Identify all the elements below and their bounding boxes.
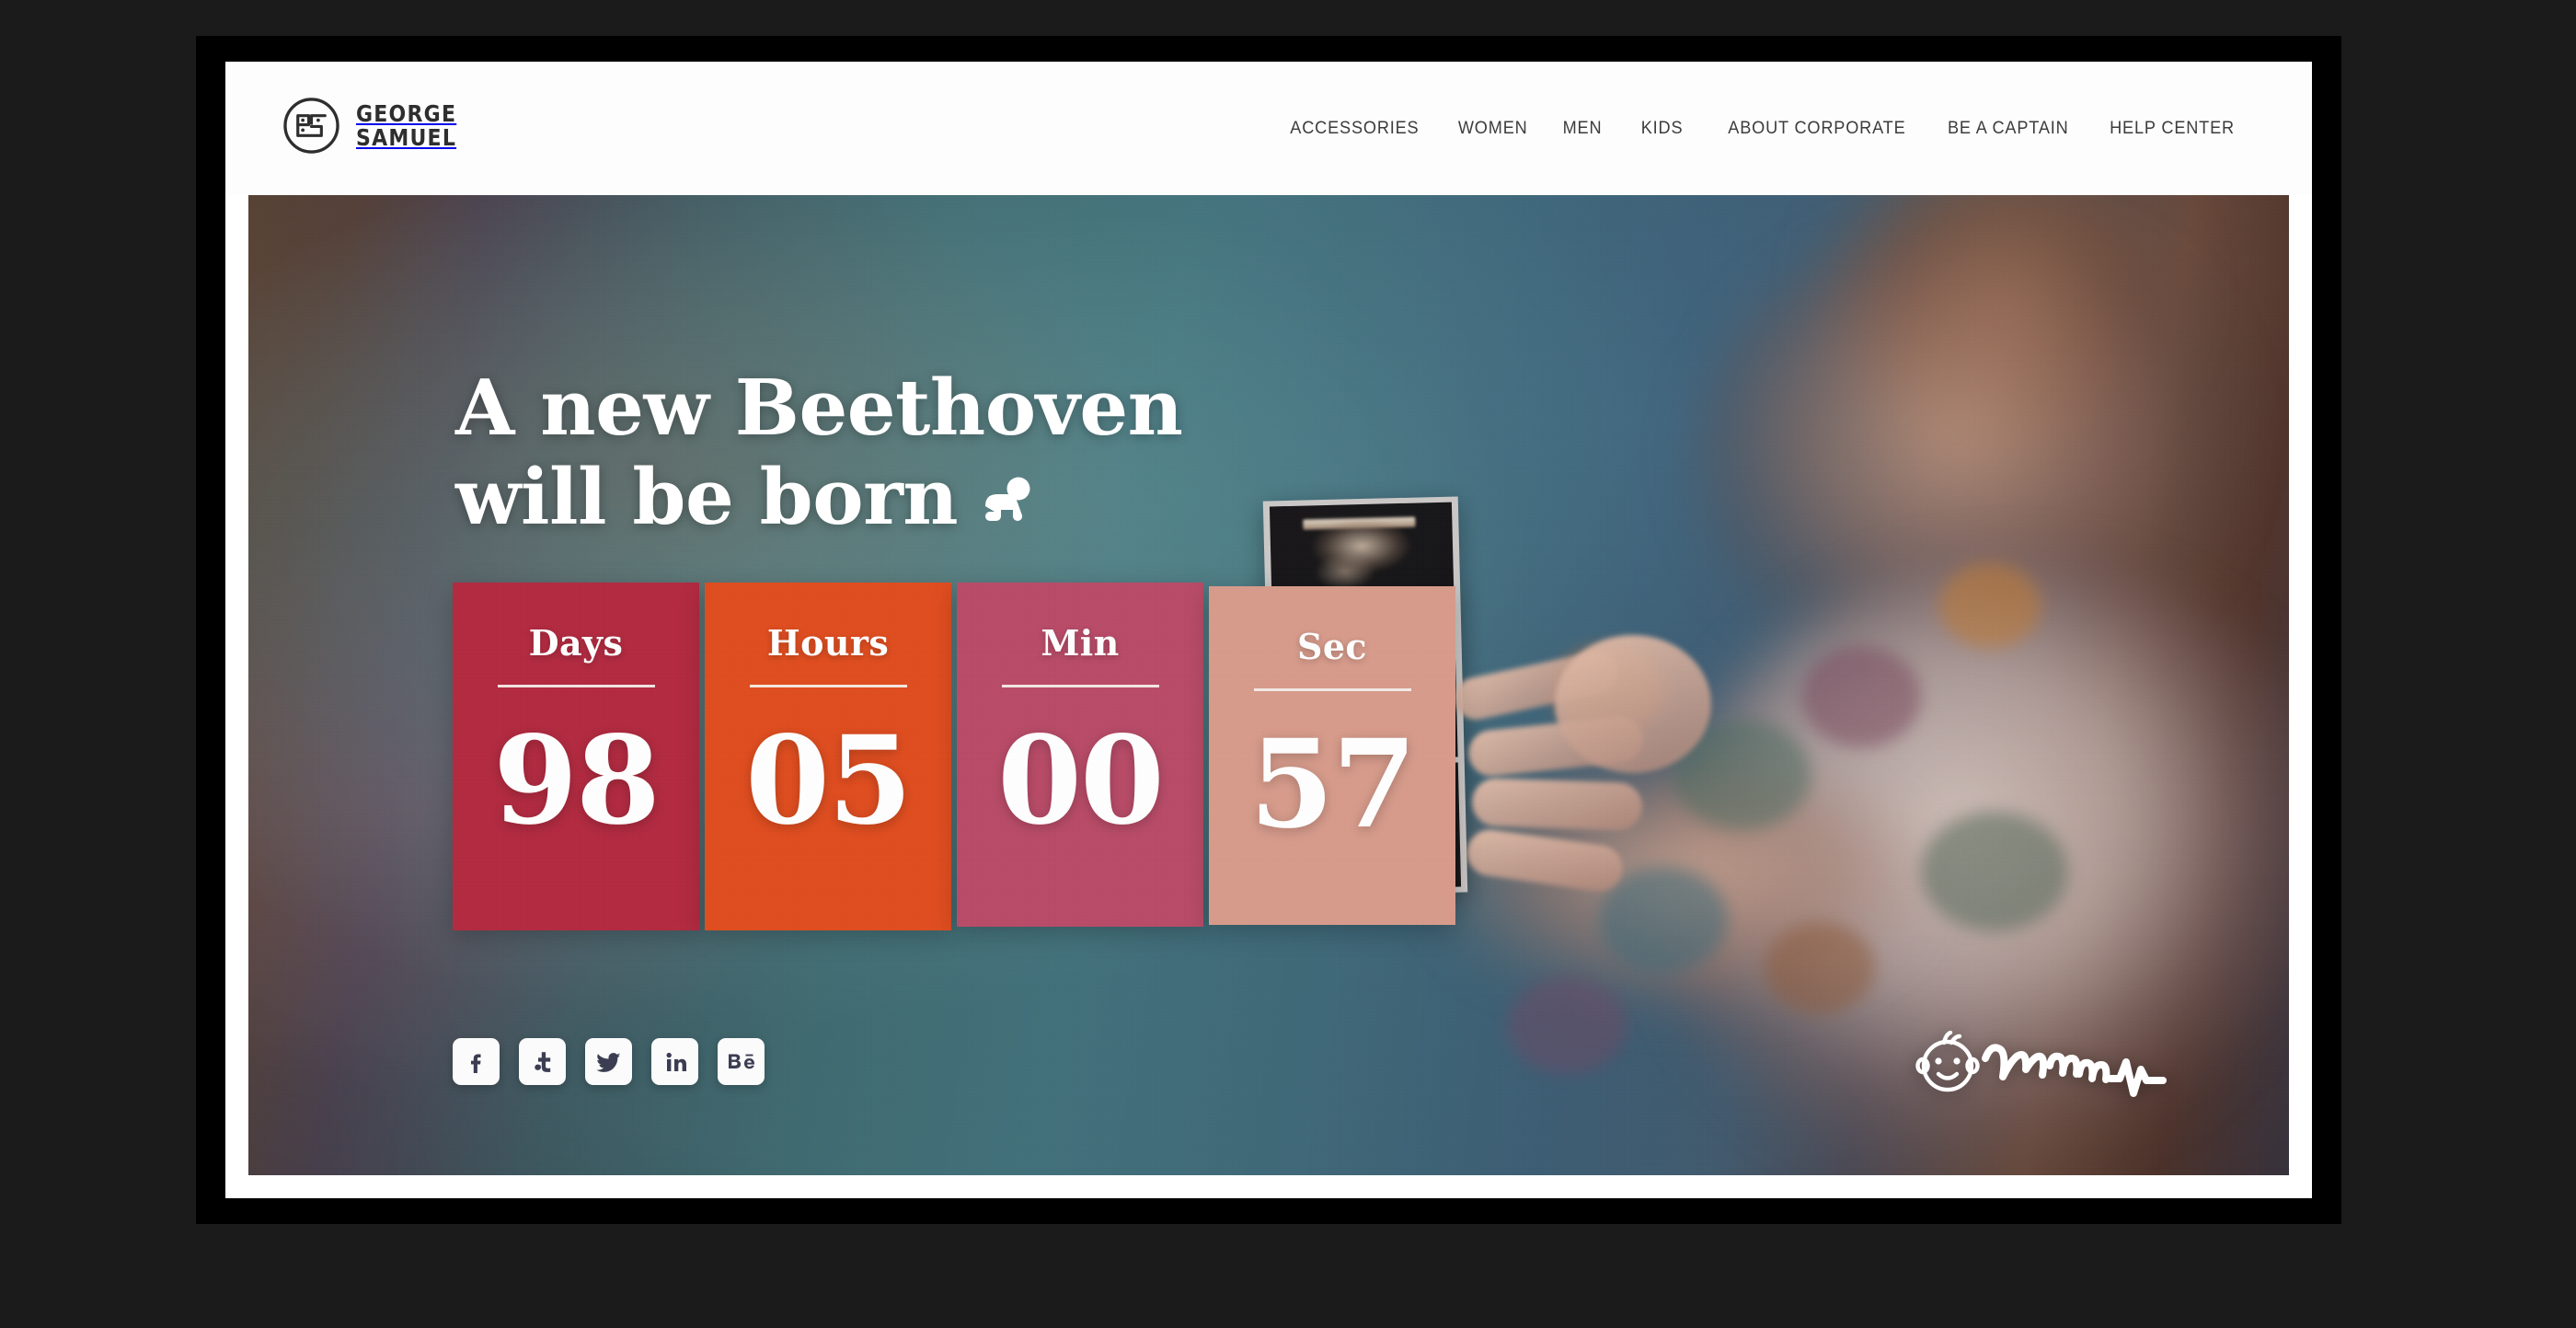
countdown-divider: [1001, 685, 1159, 687]
countdown-divider: [1253, 688, 1411, 691]
countdown-card-days: Days 98: [453, 583, 699, 930]
social-links: [453, 1038, 765, 1085]
countdown-label-sec: Sec: [1297, 626, 1367, 667]
twitter-t-icon: [534, 1051, 550, 1072]
main-navigation: ACCESSORIES WOMEN MEN KIDS ABOUT CORPORA…: [1270, 62, 2255, 195]
brand-name-line2: SAMUEL: [356, 123, 457, 151]
headline-line-2: will be born: [455, 452, 1182, 543]
countdown-timer: Days 98 Hours 05 Min 00 Sec 57: [453, 583, 1455, 930]
site-header: GEORGE SAMUEL ACCESSORIES WOMEN MEN KIDS…: [225, 62, 2312, 195]
facebook-icon: [470, 1054, 480, 1073]
nav-item-be-a-captain[interactable]: BE A CAPTAIN: [1933, 118, 2083, 139]
countdown-label-days: Days: [528, 622, 624, 664]
device-frame: GEORGE SAMUEL ACCESSORIES WOMEN MEN KIDS…: [196, 36, 2341, 1224]
behance-icon: [728, 1054, 754, 1068]
page-white-margin: GEORGE SAMUEL ACCESSORIES WOMEN MEN KIDS…: [225, 62, 2312, 1198]
countdown-value-hours: 05: [745, 710, 913, 852]
waaaa-logo[interactable]: [1914, 1030, 2190, 1097]
crawling-baby-icon: [985, 477, 1030, 521]
nav-item-kids[interactable]: KIDS: [1623, 118, 1703, 139]
social-link-twitter-t[interactable]: [519, 1038, 566, 1085]
countdown-card-sec: Sec 57: [1209, 586, 1455, 925]
twitter-bird-icon: [595, 1052, 620, 1072]
social-link-twitter-bird[interactable]: [585, 1038, 632, 1085]
webpage: GEORGE SAMUEL ACCESSORIES WOMEN MEN KIDS…: [225, 62, 2312, 1198]
nav-item-help-center[interactable]: HELP CENTER: [2095, 118, 2248, 139]
nav-item-men[interactable]: MEN: [1548, 118, 1616, 139]
countdown-divider: [497, 685, 655, 687]
social-link-behance[interactable]: [718, 1038, 765, 1085]
nav-item-about-corporate[interactable]: ABOUT CORPORATE: [1713, 118, 1920, 139]
social-link-linkedin[interactable]: [651, 1038, 698, 1085]
hero-section: A new Beethoven will be born Days 98 Hou…: [248, 195, 2289, 1175]
linkedin-icon: [666, 1052, 686, 1071]
countdown-divider: [749, 685, 907, 687]
countdown-value-days: 98: [493, 710, 661, 852]
brand-logo[interactable]: GEORGE SAMUEL: [282, 97, 470, 155]
headline-line-1: A new Beethoven: [455, 363, 1183, 453]
countdown-card-hours: Hours 05: [705, 583, 951, 930]
countdown-value-min: 00: [997, 710, 1165, 852]
baby-face-heartbeat-logo: [1915, 1030, 2167, 1097]
countdown-value-sec: 57: [1249, 713, 1417, 856]
brand-name: GEORGE SAMUEL: [356, 102, 456, 149]
social-link-facebook[interactable]: [453, 1038, 500, 1085]
nav-item-accessories[interactable]: ACCESSORIES: [1276, 118, 1434, 139]
nav-item-women[interactable]: WOMEN: [1443, 118, 1542, 139]
countdown-label-hours: Hours: [766, 622, 890, 664]
hand-holding-photos: [1444, 628, 1711, 941]
headline-text-2: will be born: [455, 452, 959, 543]
countdown-label-min: Min: [1041, 622, 1120, 664]
headline-text-1: A new Beethoven: [455, 363, 1183, 453]
george-samuel-circle-face-logo: [283, 98, 339, 154]
countdown-card-min: Min 00: [957, 583, 1203, 927]
page-title: A new Beethoven will be born: [455, 363, 1183, 543]
